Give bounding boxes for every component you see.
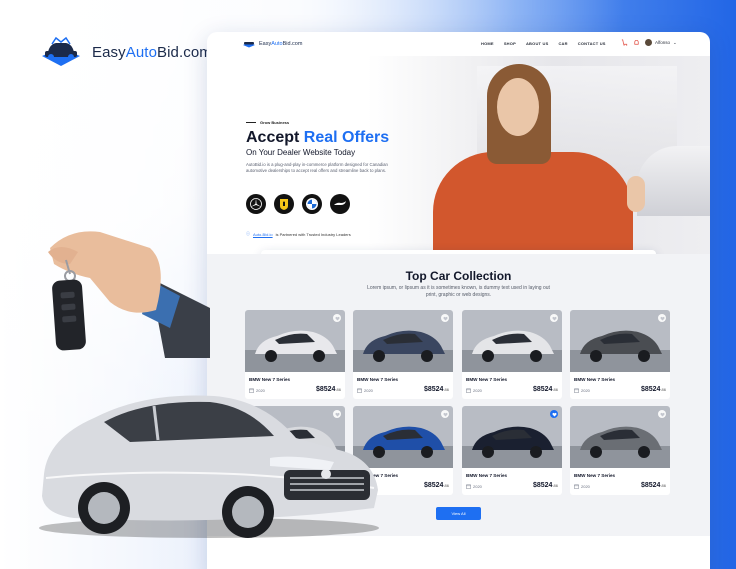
bmw-icon[interactable]: [302, 194, 322, 214]
car-card[interactable]: BMW New 7 Series 2020 $8524.86: [462, 406, 562, 495]
car-price: $8524.86: [423, 482, 449, 489]
hero-title: Accept Real Offers: [246, 129, 390, 146]
nav-link-home[interactable]: HOME: [481, 41, 494, 46]
car-photo: [570, 310, 670, 372]
car-photo: [462, 310, 562, 372]
hero-photo-car: [637, 146, 710, 216]
nav-link-about[interactable]: ABOUT US: [526, 41, 549, 46]
hero-photo-hand: [627, 176, 645, 212]
car-name[interactable]: BMW New 7 Series: [574, 377, 615, 382]
cart-icon[interactable]: [621, 39, 628, 46]
avatar: [645, 39, 652, 46]
car-price: $8524.86: [640, 482, 666, 489]
car-photo: [245, 310, 345, 372]
partner-link[interactable]: Auto-Bid.io: [253, 232, 273, 237]
jaguar-icon[interactable]: [330, 194, 350, 214]
favorite-heart-icon[interactable]: [441, 410, 449, 418]
nav-logo[interactable]: EasyAutoBid.com: [242, 39, 302, 48]
hero-description: AutoBid.io is a plug-and-play in-commerc…: [246, 162, 388, 173]
user-name: Alfonso: [655, 40, 671, 45]
car-logo-icon: [42, 36, 80, 66]
car-price: $8524.86: [532, 482, 558, 489]
favorite-heart-icon[interactable]: [550, 410, 558, 418]
chevron-down-icon: ⌄: [673, 39, 677, 45]
car-name[interactable]: BMW New 7 Series: [574, 473, 615, 478]
nav-links: HOME SHOP ABOUT US CAR CONTACT US: [481, 41, 606, 46]
view-all-button[interactable]: View All: [436, 507, 481, 520]
nav-icons: [621, 39, 640, 46]
hero-subtitle: On Your Dealer Website Today: [246, 148, 356, 157]
info-icon: ⓘ: [246, 231, 250, 236]
brand-logo: EasyAutoBid.com: [38, 36, 212, 68]
car-card[interactable]: BMW New 7 Series 2020 $8524.86: [462, 310, 562, 399]
calendar-icon: [574, 388, 579, 393]
calendar-icon: [466, 484, 471, 489]
car-price: $8524.86: [423, 386, 449, 393]
favorite-heart-icon[interactable]: [658, 314, 666, 322]
partner-logos: [246, 194, 350, 214]
car-photo: [462, 406, 562, 468]
car-logo-icon: [243, 42, 255, 48]
next-section-preview: [207, 536, 710, 569]
calendar-icon: [574, 484, 579, 489]
nav-link-contact[interactable]: CONTACT US: [578, 41, 606, 46]
user-menu[interactable]: Alfonso ⌄: [645, 39, 677, 46]
car-year: 2020: [574, 484, 590, 489]
silver-sedan-image: [39, 395, 379, 538]
nav-link-shop[interactable]: SHOP: [504, 41, 516, 46]
car-card[interactable]: BMW New 7 Series 2020 $8524.86: [570, 406, 670, 495]
hero-photo-face: [497, 78, 539, 136]
favorite-heart-icon[interactable]: [441, 314, 449, 322]
bell-icon[interactable]: [633, 39, 640, 46]
collection-title: Top Car Collection: [405, 269, 512, 283]
top-nav: EasyAutoBid.com HOME SHOP ABOUT US CAR C…: [207, 32, 710, 56]
car-card[interactable]: BMW New 7 Series 2020 $8524.86: [570, 310, 670, 399]
car-photo: [570, 406, 670, 468]
car-name[interactable]: BMW New 7 Series: [466, 473, 507, 478]
car-name[interactable]: BMW New 7 Series: [466, 377, 507, 382]
car-year: 2020: [466, 484, 482, 489]
favorite-heart-icon[interactable]: [658, 410, 666, 418]
car-year: 2020: [574, 388, 590, 393]
hero-section: Grow Business Accept Real Offers On Your…: [207, 56, 710, 272]
partner-note: ⓘ Auto-Bid.io is Partnered with Trusted …: [246, 231, 351, 237]
favorite-heart-icon[interactable]: [333, 314, 341, 322]
ferrari-icon[interactable]: [274, 194, 294, 214]
hand-with-key-image: [48, 231, 210, 358]
nav-link-car[interactable]: CAR: [558, 41, 567, 46]
hero-eyebrow: Grow Business: [246, 120, 289, 125]
favorite-heart-icon[interactable]: [550, 314, 558, 322]
brand-name: EasyAutoBid.com: [92, 43, 212, 61]
car-photo: [353, 310, 453, 372]
mercedes-icon[interactable]: [246, 194, 266, 214]
car-price: $8524.86: [640, 386, 666, 393]
collection-description: Lorem ipsum, or lipsum as it is sometime…: [367, 285, 550, 298]
car-year: 2020: [466, 388, 482, 393]
calendar-icon: [466, 388, 471, 393]
car-price: $8524.86: [532, 386, 558, 393]
